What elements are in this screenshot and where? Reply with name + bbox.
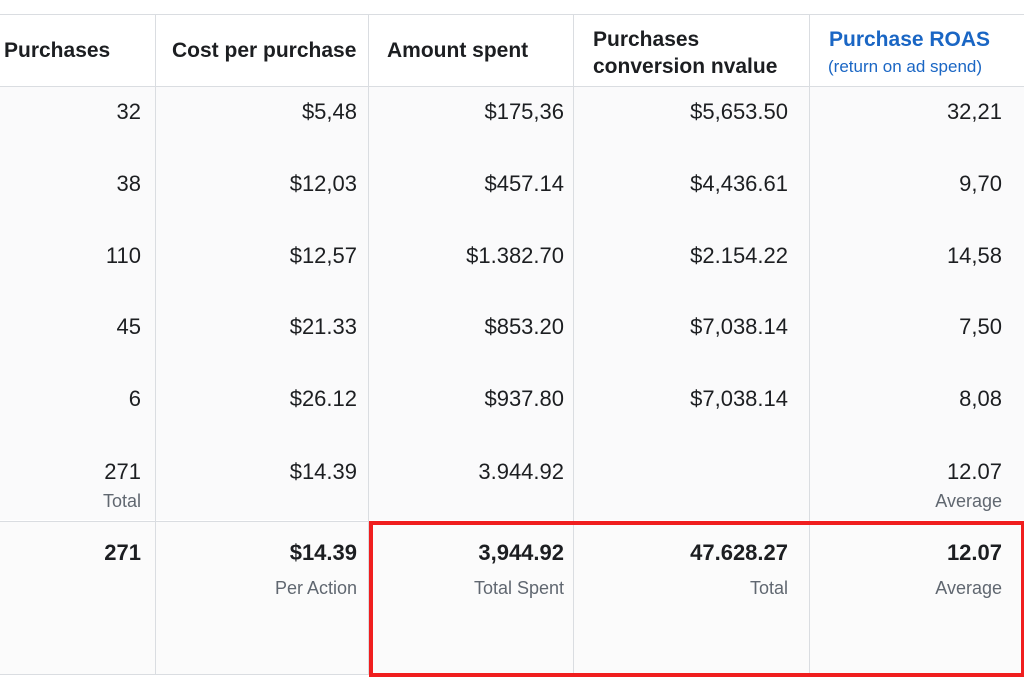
cell-cost-per-purchase: $26.12: [289, 386, 357, 411]
cell-cost-per-purchase: $5,48: [301, 99, 357, 124]
column-header-conversion-line2[interactable]: conversion nvalue: [593, 54, 777, 80]
summary-roas: 12.07: [946, 459, 1002, 484]
report-table: Purchases Cost per purchase Amount spent…: [0, 0, 1024, 683]
cell-cost-per-purchase: $21.33: [289, 314, 357, 339]
highlight-box: [369, 521, 1024, 677]
cell-cost-per-purchase: $12,03: [289, 171, 357, 196]
summary-purchases-label: Total: [102, 491, 141, 511]
cell-purchases: 32: [116, 99, 141, 124]
total-purchases: 271: [104, 540, 141, 565]
column-header-purchase-roas[interactable]: Purchase ROAS: [829, 27, 990, 53]
column-header-purchases[interactable]: Purchases: [4, 38, 110, 64]
header-bottom-border: [0, 86, 1024, 87]
cell-purchases: 110: [105, 243, 141, 268]
cell-purchases: 45: [116, 314, 141, 339]
cell-roas: 14,58: [946, 243, 1002, 268]
cell-conversion-value: $7,038.14: [690, 386, 788, 411]
cell-amount-spent: $1.382.70: [466, 243, 564, 268]
total-cost-label: Per Action: [274, 578, 357, 598]
column-header-cost-per-purchase[interactable]: Cost per purchase: [172, 38, 356, 64]
cell-conversion-value: $7,038.14: [690, 314, 788, 339]
table-body: [0, 86, 1024, 520]
column-header-amount-spent[interactable]: Amount spent: [387, 38, 528, 64]
header-top-border: [0, 14, 1024, 15]
summary-cost-per-purchase: $14.39: [289, 459, 357, 484]
cell-roas: 9,70: [959, 171, 1002, 196]
cell-conversion-value: $2.154.22: [690, 243, 788, 268]
column-header-roas-subtitle[interactable]: (return on ad spend): [828, 56, 982, 78]
cell-conversion-value: $5,653.50: [690, 99, 788, 124]
cell-amount-spent: $853.20: [484, 314, 564, 339]
cell-amount-spent: $175,36: [484, 99, 564, 124]
cell-roas: 8,08: [959, 386, 1002, 411]
cell-conversion-value: $4,436.61: [690, 171, 788, 196]
cell-cost-per-purchase: $12,57: [289, 243, 357, 268]
cell-purchases: 38: [116, 171, 141, 196]
cell-purchases: 6: [128, 386, 141, 411]
total-cost-per-purchase: $14.39: [289, 540, 357, 565]
summary-roas-label: Average: [935, 491, 1002, 511]
cell-amount-spent: $937.80: [484, 386, 564, 411]
cell-amount-spent: $457.14: [484, 171, 564, 196]
cell-roas: 7,50: [959, 314, 1002, 339]
summary-amount-spent: 3.944.92: [478, 459, 564, 484]
column-divider: [155, 14, 156, 674]
summary-purchases: 271: [104, 459, 141, 484]
column-header-conversion-line1[interactable]: Purchases: [593, 27, 699, 53]
cell-roas: 32,21: [946, 99, 1002, 124]
